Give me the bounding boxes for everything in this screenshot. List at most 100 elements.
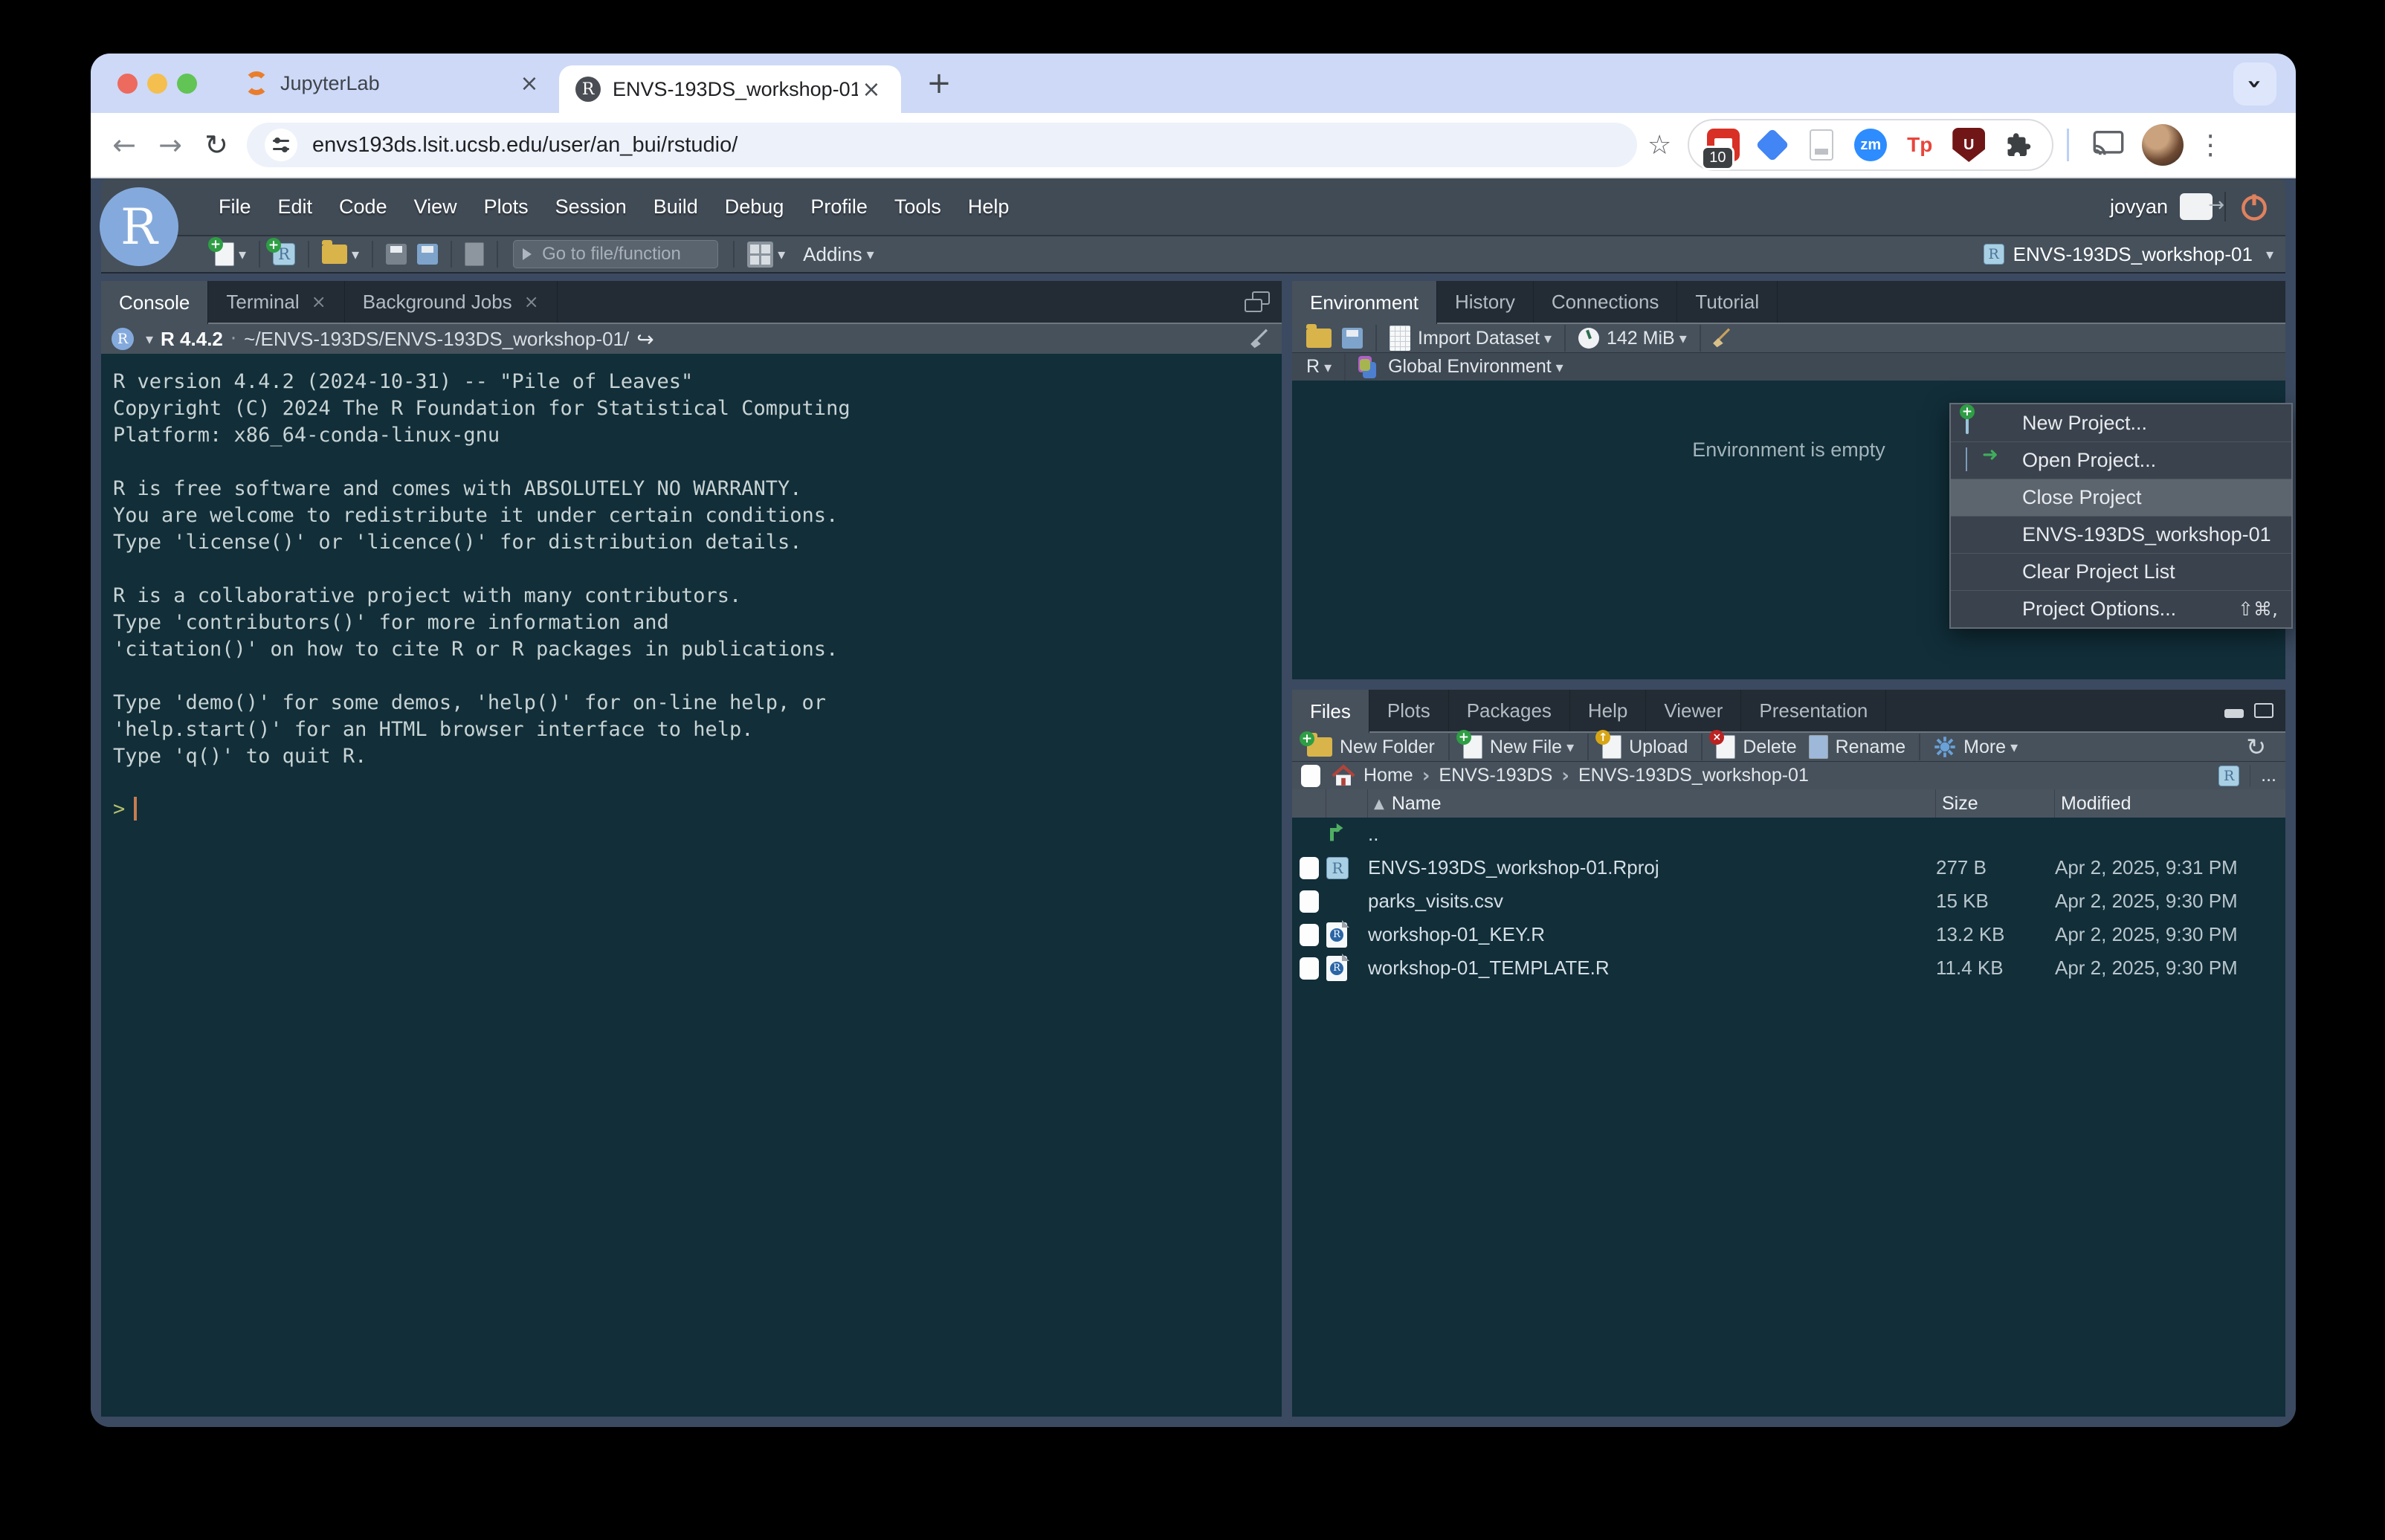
open-file-button[interactable]: ▾ <box>322 245 359 264</box>
menu-item-recent-project[interactable]: ENVS-193DS_workshop-01 <box>1951 516 2291 553</box>
refresh-files-icon[interactable]: ↻ <box>2246 733 2276 761</box>
file-name[interactable]: workshop-01_KEY.R <box>1368 923 1936 946</box>
console-prompt-line[interactable]: > <box>113 797 1274 821</box>
menu-profile[interactable]: Profile <box>797 195 881 219</box>
tab-console[interactable]: Console <box>101 281 208 324</box>
breadcrumb-home[interactable]: Home <box>1363 765 1413 786</box>
row-checkbox[interactable] <box>1300 890 1319 913</box>
row-checkbox[interactable] <box>1300 957 1319 980</box>
more-path-button[interactable]: ... <box>2250 765 2276 786</box>
tab-packages[interactable]: Packages <box>1449 690 1570 731</box>
menu-item-close-project[interactable]: Close Project <box>1951 479 2291 516</box>
clear-console-broom-icon[interactable] <box>1246 328 1271 350</box>
new-file-button[interactable]: +▾ <box>215 242 246 266</box>
menu-build[interactable]: Build <box>640 195 711 219</box>
tab-presentation[interactable]: Presentation <box>1741 690 1886 731</box>
extensions-puzzle-icon[interactable] <box>2001 129 2034 161</box>
tab-background-jobs[interactable]: Background Jobs× <box>345 281 558 323</box>
menu-file[interactable]: File <box>205 195 265 219</box>
scope-selector[interactable]: Global Environment ▾ <box>1358 356 1563 378</box>
save-button[interactable] <box>386 244 407 265</box>
cast-icon[interactable] <box>2093 131 2124 160</box>
document-extension-icon[interactable] <box>1805 129 1838 161</box>
menu-plots[interactable]: Plots <box>471 195 542 219</box>
addins-button[interactable]: Addins▾ <box>795 243 874 266</box>
tab-files[interactable]: Files <box>1292 690 1369 733</box>
breadcrumb-envs193ds[interactable]: ENVS-193DS <box>1439 765 1552 786</box>
file-name[interactable]: .. <box>1368 823 1936 846</box>
breadcrumb-workshop[interactable]: ENVS-193DS_workshop-01 <box>1578 765 1809 786</box>
new-file-blank-button[interactable]: +New File▾ <box>1463 735 1574 759</box>
tab-jupyterlab[interactable]: JupyterLab × <box>228 54 559 113</box>
tab-viewer[interactable]: Viewer <box>1646 690 1741 731</box>
table-row[interactable]: R ENVS-193DS_workshop-01.Rproj 277 B Apr… <box>1292 851 2285 884</box>
console-output[interactable]: R version 4.4.2 (2024-10-31) -- "Pile of… <box>101 354 1282 1417</box>
goto-file-function-input[interactable]: Go to file/function <box>513 240 718 268</box>
tab-plots[interactable]: Plots <box>1369 690 1449 731</box>
menu-debug[interactable]: Debug <box>711 195 798 219</box>
import-dataset-button[interactable]: Import Dataset ▾ <box>1390 326 1552 351</box>
bookmark-star-icon[interactable]: ☆ <box>1647 130 1671 161</box>
table-row[interactable]: R workshop-01_TEMPLATE.R 11.4 KB Apr 2, … <box>1292 951 2285 985</box>
menu-tools[interactable]: Tools <box>881 195 955 219</box>
row-checkbox[interactable] <box>1300 924 1319 946</box>
tab-tutorial[interactable]: Tutorial <box>1677 281 1778 323</box>
file-name[interactable]: parks_visits.csv <box>1368 890 1936 913</box>
zoom-extension-icon[interactable]: zm <box>1854 129 1887 161</box>
menu-view[interactable]: View <box>401 195 471 219</box>
clear-environment-broom-icon[interactable] <box>1708 327 1734 349</box>
tab-environment[interactable]: Environment <box>1292 281 1437 324</box>
column-name[interactable]: ▲Name <box>1368 789 1936 818</box>
drive-extension-icon[interactable] <box>1756 129 1789 161</box>
home-icon[interactable] <box>1331 764 1356 788</box>
zoom-window-button[interactable] <box>177 74 197 94</box>
table-row-up[interactable]: .. <box>1292 818 2285 851</box>
browser-menu-icon[interactable]: ⋮ <box>2189 130 2231 161</box>
tab-help[interactable]: Help <box>1570 690 1646 731</box>
file-name[interactable]: workshop-01_TEMPLATE.R <box>1368 957 1936 980</box>
rename-button[interactable]: Rename <box>1809 735 1906 759</box>
close-icon[interactable]: × <box>524 291 539 312</box>
new-project-button[interactable]: R+ <box>273 243 295 265</box>
new-folder-button[interactable]: +New Folder <box>1307 737 1435 758</box>
select-all-checkbox[interactable] <box>1301 765 1320 787</box>
column-modified[interactable]: Modified <box>2055 789 2285 818</box>
maximize-pane-icon[interactable] <box>2254 703 2273 718</box>
minimize-window-button[interactable] <box>147 74 167 94</box>
panes-layout-button[interactable]: ▾ <box>747 242 785 268</box>
menu-help[interactable]: Help <box>955 195 1023 219</box>
file-name[interactable]: ENVS-193DS_workshop-01.Rproj <box>1368 856 1936 879</box>
power-button-icon[interactable] <box>2238 190 2271 223</box>
tab-close-icon[interactable]: × <box>858 77 885 103</box>
reload-button[interactable]: ↻ <box>193 129 239 161</box>
more-button[interactable]: More▾ <box>1934 736 2018 758</box>
upload-button[interactable]: ↑Upload <box>1602 735 1688 759</box>
menu-edit[interactable]: Edit <box>265 195 326 219</box>
close-window-button[interactable] <box>117 74 138 94</box>
memory-usage-button[interactable]: 142 MiB ▾ <box>1578 328 1687 349</box>
menu-item-new-project[interactable]: + New Project... <box>1951 404 2291 441</box>
new-tab-button[interactable]: + <box>920 66 958 100</box>
language-selector[interactable]: R▾ <box>1306 356 1332 378</box>
tab-search-button[interactable]: › <box>2233 62 2276 106</box>
tab-terminal[interactable]: Terminal× <box>208 281 344 323</box>
toggl-extension-icon[interactable]: Tp <box>1903 129 1936 161</box>
minimize-pane-icon[interactable] <box>2224 709 2244 718</box>
save-all-button[interactable] <box>417 244 438 265</box>
forward-button[interactable]: → <box>147 129 193 161</box>
profile-avatar[interactable] <box>2142 124 2184 166</box>
site-info-button[interactable] <box>265 129 297 161</box>
calendar-extension-icon[interactable]: 10 <box>1707 129 1740 161</box>
back-button[interactable]: ← <box>101 129 147 161</box>
menu-item-clear-project-list[interactable]: Clear Project List <box>1951 553 2291 590</box>
close-icon[interactable]: × <box>312 291 326 312</box>
print-button[interactable] <box>465 242 484 266</box>
ublock-extension-icon[interactable]: U <box>1952 128 1985 162</box>
open-in-new-icon[interactable]: ↪ <box>636 327 653 352</box>
maximize-pane-icon[interactable] <box>1245 291 1270 312</box>
rproj-cube-icon[interactable]: R <box>2218 766 2239 786</box>
load-workspace-button[interactable] <box>1306 329 1332 348</box>
chevron-down-icon[interactable]: ▾ <box>146 330 153 348</box>
table-row[interactable]: R workshop-01_KEY.R 13.2 KB Apr 2, 2025,… <box>1292 918 2285 951</box>
delete-button[interactable]: ×Delete <box>1716 735 1796 759</box>
